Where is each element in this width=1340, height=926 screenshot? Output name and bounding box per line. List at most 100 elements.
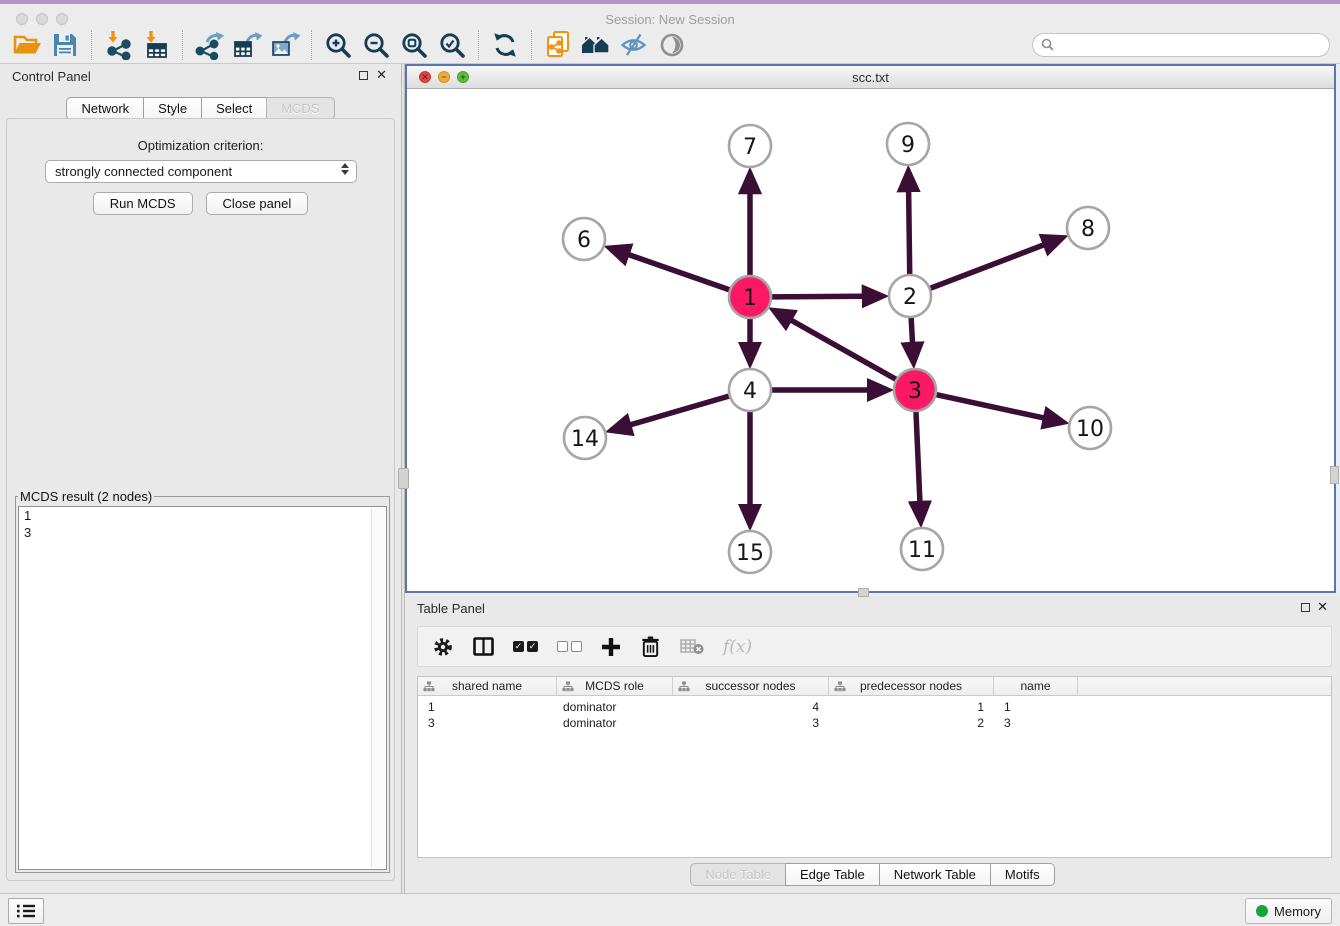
tab-select[interactable]: Select bbox=[201, 97, 267, 120]
float-panel-icon[interactable] bbox=[359, 71, 368, 80]
graph-edge-2-3[interactable] bbox=[911, 318, 913, 361]
column-header-shared-name[interactable]: shared name bbox=[418, 677, 557, 695]
clone-network-icon[interactable] bbox=[539, 28, 577, 62]
graph-node-9[interactable]: 9 bbox=[887, 123, 929, 165]
search-box bbox=[1032, 33, 1330, 57]
graph-node-11[interactable]: 11 bbox=[901, 528, 943, 570]
mcds-result-group: MCDS result (2 nodes) 1 3 bbox=[15, 489, 390, 873]
cell-shared-name[interactable]: 3 bbox=[418, 716, 557, 730]
graph-node-3[interactable]: 3 bbox=[894, 369, 936, 411]
column-header-name[interactable]: name bbox=[994, 677, 1078, 695]
graph-node-label: 3 bbox=[908, 379, 922, 404]
zoom-in-icon[interactable] bbox=[319, 28, 357, 62]
graph-edge-1-2[interactable] bbox=[772, 296, 881, 297]
import-table-icon[interactable] bbox=[137, 28, 175, 62]
search-input[interactable] bbox=[1032, 33, 1330, 57]
export-image-icon[interactable] bbox=[266, 28, 304, 62]
delete-column-trash-icon[interactable] bbox=[640, 635, 661, 658]
cell-predecessor-nodes[interactable]: 1 bbox=[829, 700, 994, 714]
tab-mcds[interactable]: MCDS bbox=[266, 97, 334, 120]
graph-edge-3-1[interactable] bbox=[775, 311, 896, 379]
toolbar-separator bbox=[182, 30, 183, 60]
graph-node-14[interactable]: 14 bbox=[564, 417, 606, 459]
graph-edge-4-14[interactable] bbox=[613, 396, 729, 430]
graph-node-label: 7 bbox=[743, 135, 757, 160]
tab-network[interactable]: Network bbox=[66, 97, 144, 120]
graph-node-4[interactable]: 4 bbox=[729, 369, 771, 411]
tab-style[interactable]: Style bbox=[143, 97, 202, 120]
graph-node-label: 15 bbox=[736, 541, 764, 566]
open-session-icon[interactable] bbox=[8, 28, 46, 62]
cell-mcds-role[interactable]: dominator bbox=[557, 716, 673, 730]
cell-successor-nodes[interactable]: 3 bbox=[673, 716, 829, 730]
show-columns-icon[interactable] bbox=[473, 637, 494, 656]
save-session-icon[interactable] bbox=[46, 28, 84, 62]
gear-icon[interactable] bbox=[432, 636, 454, 658]
tab-node-table[interactable]: Node Table bbox=[690, 863, 786, 886]
network-canvas[interactable]: 7 9 6 8 1 2 4 3 14 10 15 11 bbox=[405, 89, 1336, 591]
export-network-icon[interactable] bbox=[190, 28, 228, 62]
home-view-icon[interactable] bbox=[577, 28, 615, 62]
table-toolbar: ✓✓ bbox=[417, 626, 1332, 667]
cell-shared-name[interactable]: 1 bbox=[418, 700, 557, 714]
result-scrollbar[interactable] bbox=[371, 508, 385, 868]
mcds-result-text[interactable]: 1 3 bbox=[18, 506, 387, 870]
graph-edge-1-6[interactable] bbox=[611, 249, 729, 290]
select-all-icon[interactable]: ✓✓ bbox=[513, 641, 538, 652]
zoom-selected-icon[interactable] bbox=[433, 28, 471, 62]
cell-name[interactable]: 3 bbox=[994, 716, 1078, 730]
add-column-icon[interactable] bbox=[601, 637, 621, 657]
zoom-fit-icon[interactable] bbox=[395, 28, 433, 62]
control-panel-header: Control Panel ✕ bbox=[0, 64, 401, 88]
cell-mcds-role[interactable]: dominator bbox=[557, 700, 673, 714]
control-panel-title: Control Panel bbox=[12, 69, 91, 84]
show-all-eye-icon[interactable] bbox=[653, 28, 691, 62]
tab-motifs[interactable]: Motifs bbox=[990, 863, 1055, 886]
memory-button[interactable]: Memory bbox=[1245, 898, 1332, 924]
hide-selected-eye-icon[interactable] bbox=[615, 28, 653, 62]
graph-node-6[interactable]: 6 bbox=[563, 218, 605, 260]
column-header-mcds-role[interactable]: MCDS role bbox=[557, 677, 673, 695]
graph-edge-2-8[interactable] bbox=[931, 238, 1061, 288]
memory-status-icon bbox=[1256, 905, 1268, 917]
close-panel-button[interactable]: Close panel bbox=[206, 192, 309, 215]
float-table-panel-icon[interactable] bbox=[1301, 603, 1310, 612]
tab-edge-table[interactable]: Edge Table bbox=[785, 863, 880, 886]
run-mcds-button[interactable]: Run MCDS bbox=[93, 192, 193, 215]
table-row[interactable]: 3 dominator 3 2 3 bbox=[418, 715, 1331, 731]
graph-node-15[interactable]: 15 bbox=[729, 531, 771, 573]
column-label: name bbox=[1020, 679, 1050, 693]
apply-layout-icon[interactable] bbox=[486, 28, 524, 62]
table-panel-title: Table Panel bbox=[417, 601, 485, 616]
zoom-out-icon[interactable] bbox=[357, 28, 395, 62]
right-splitter-handle[interactable] bbox=[1330, 466, 1339, 484]
criterion-select[interactable]: strongly connected component bbox=[45, 160, 357, 183]
graph-edge-2-9[interactable] bbox=[908, 173, 909, 274]
table-row[interactable]: 1 dominator 4 1 1 bbox=[418, 699, 1331, 715]
graph-edge-3-11[interactable] bbox=[916, 412, 921, 520]
column-header-successor-nodes[interactable]: successor nodes bbox=[673, 677, 829, 695]
cell-name[interactable]: 1 bbox=[994, 700, 1078, 714]
graph-node-1[interactable]: 1 bbox=[729, 276, 771, 318]
cell-successor-nodes[interactable]: 4 bbox=[673, 700, 829, 714]
column-header-predecessor-nodes[interactable]: predecessor nodes bbox=[829, 677, 994, 695]
graph-node-10[interactable]: 10 bbox=[1069, 407, 1111, 449]
deselect-all-icon[interactable] bbox=[557, 641, 582, 652]
graph-node-7[interactable]: 7 bbox=[729, 125, 771, 167]
graph-edge-3-10[interactable] bbox=[936, 395, 1061, 422]
task-history-button[interactable] bbox=[8, 898, 44, 924]
import-network-icon[interactable] bbox=[99, 28, 137, 62]
tab-network-table[interactable]: Network Table bbox=[879, 863, 991, 886]
horizontal-splitter-handle[interactable] bbox=[858, 588, 869, 597]
export-table-icon[interactable] bbox=[228, 28, 266, 62]
cell-predecessor-nodes[interactable]: 2 bbox=[829, 716, 994, 730]
graph-node-label: 11 bbox=[908, 538, 936, 563]
attribute-tree-icon bbox=[834, 681, 846, 695]
graph-node-2[interactable]: 2 bbox=[889, 275, 931, 317]
close-table-panel-icon[interactable]: ✕ bbox=[1317, 600, 1328, 614]
graph-node-label: 14 bbox=[571, 427, 599, 452]
vertical-splitter-handle[interactable] bbox=[398, 468, 409, 489]
close-panel-icon[interactable]: ✕ bbox=[376, 68, 387, 82]
graph-node-8[interactable]: 8 bbox=[1067, 207, 1109, 249]
search-icon bbox=[1041, 38, 1054, 54]
